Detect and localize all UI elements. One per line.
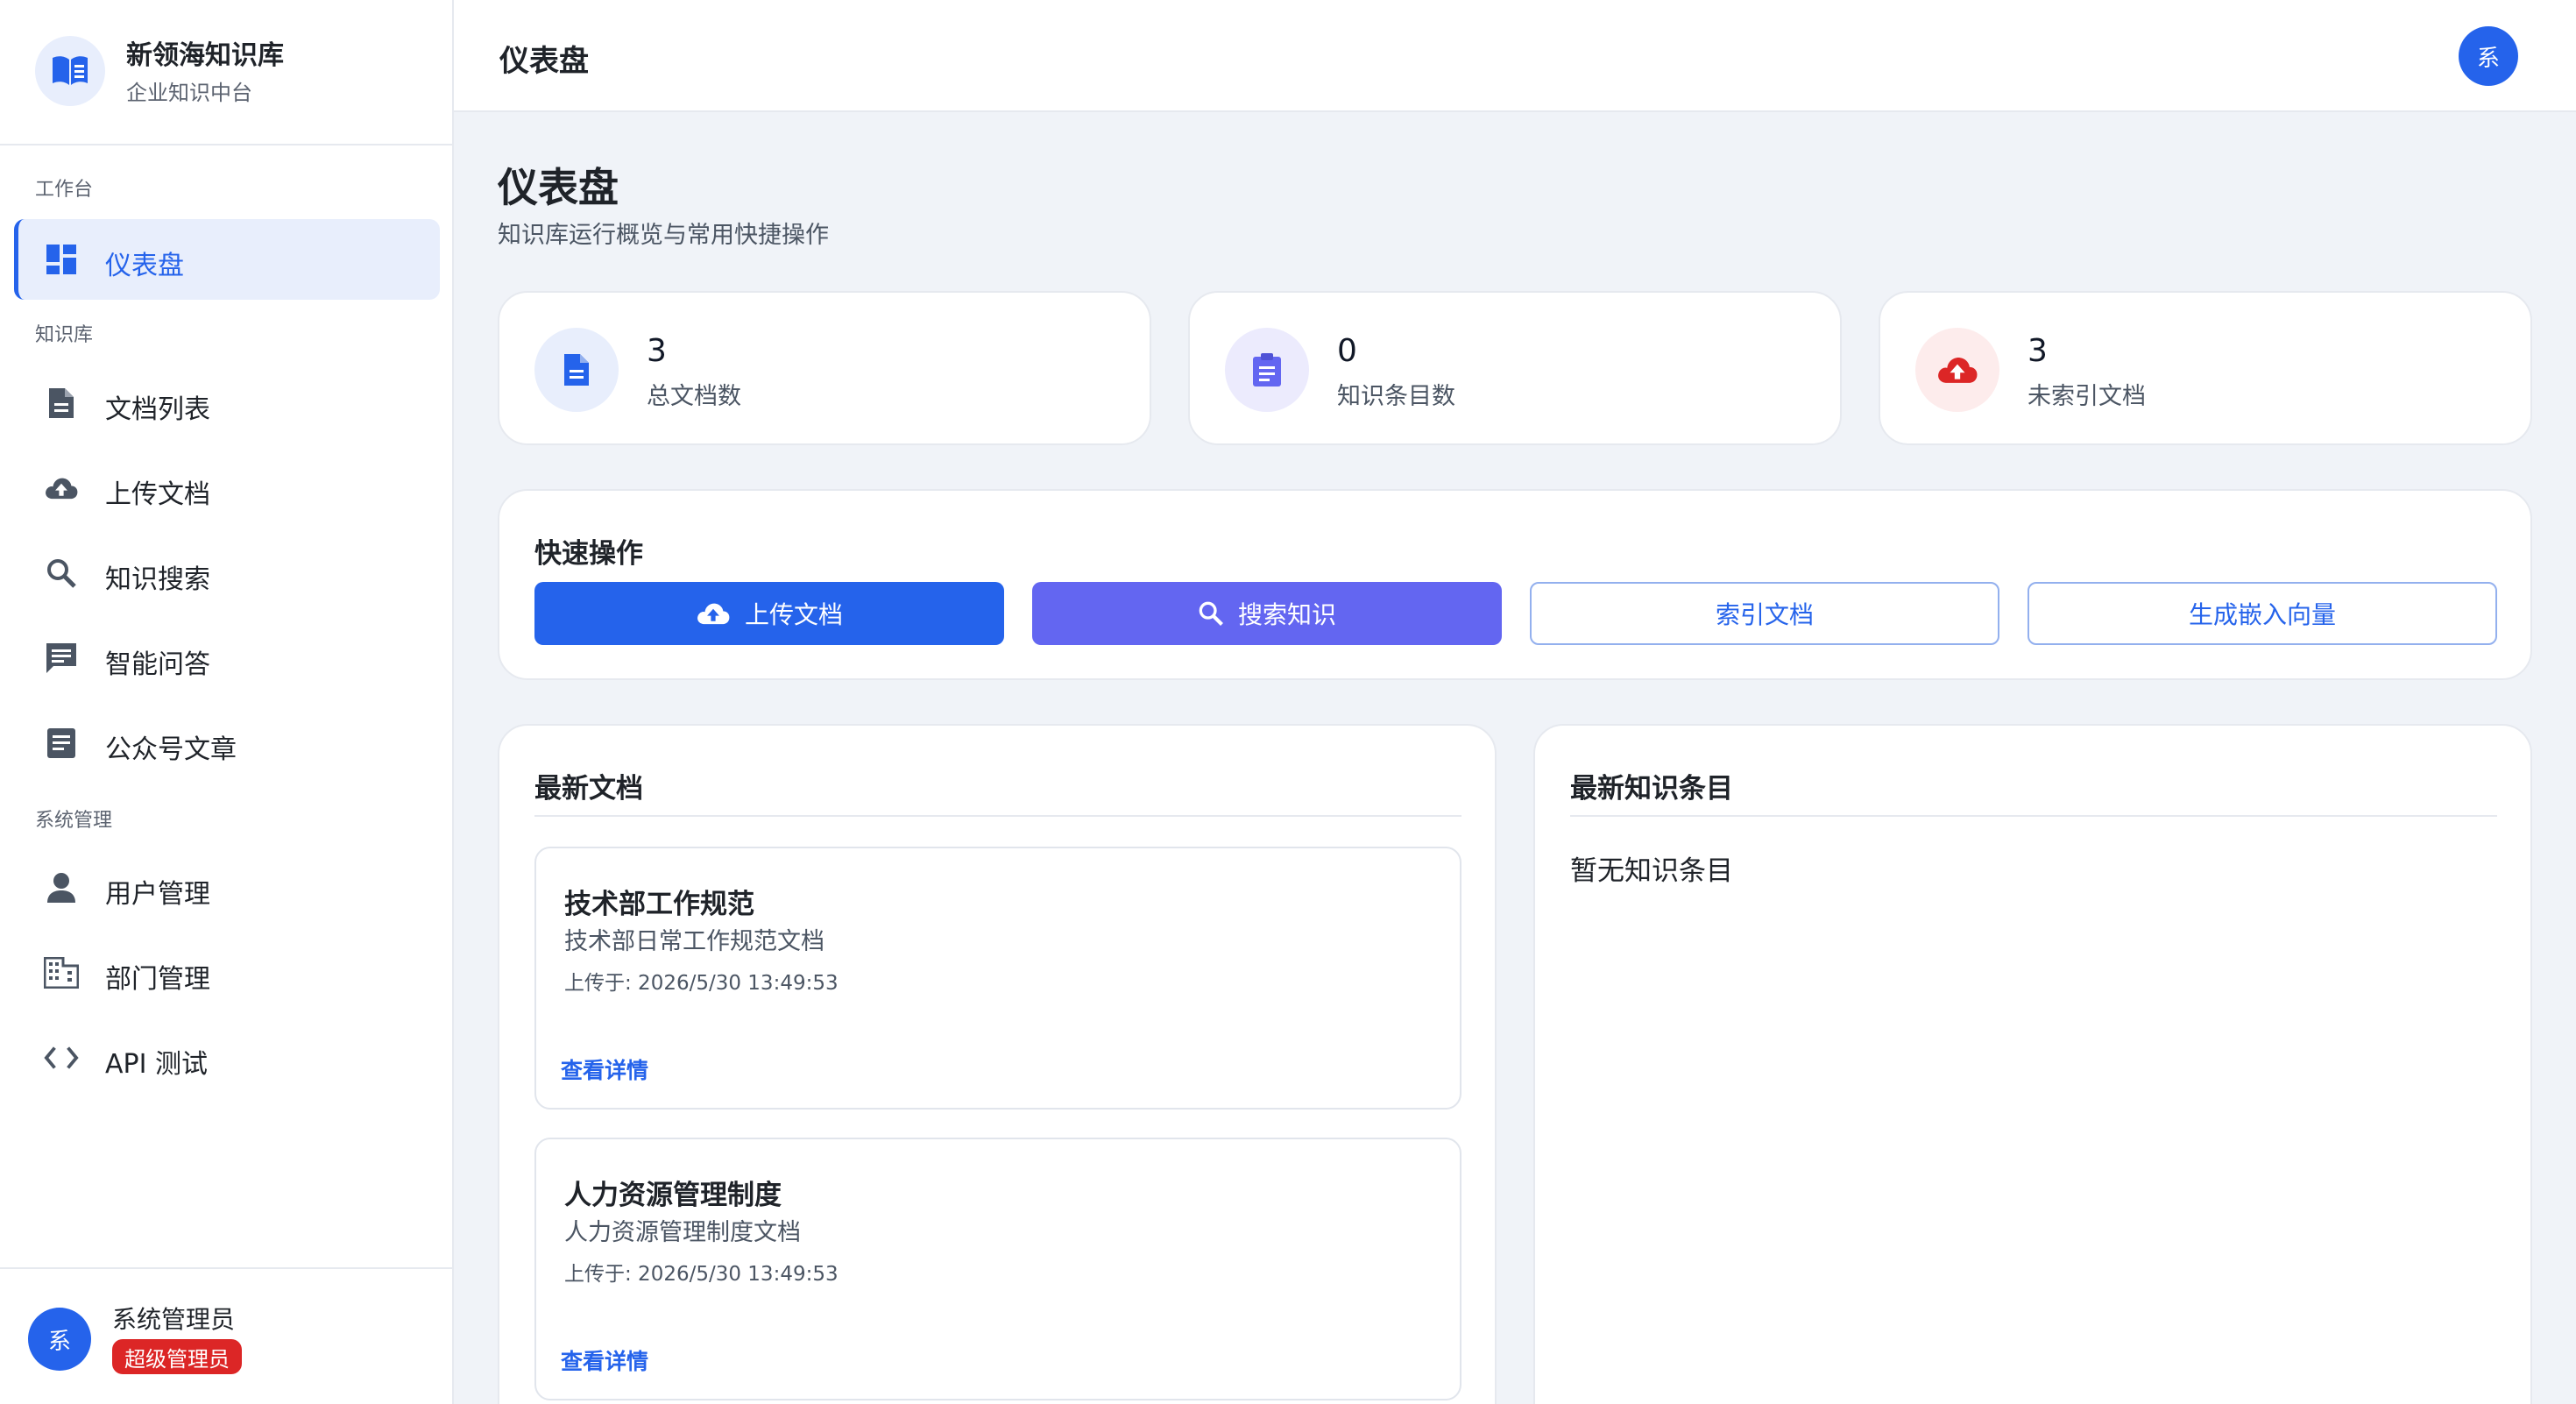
page-subtitle: 知识库运行概览与常用快捷操作 <box>498 222 829 249</box>
brand-header: 新领海知识库 企业知识中台 <box>0 0 452 145</box>
page-title: 仪表盘 <box>498 164 619 211</box>
dashboard-icon <box>44 242 79 277</box>
latest-knowledge-title: 最新知识条目 <box>1570 773 1733 805</box>
search-knowledge-button[interactable]: 搜索知识 <box>1032 582 1502 645</box>
sidebar-item-label: 文档列表 <box>105 394 210 425</box>
doc-card: 技术部工作规范 技术部日常工作规范文档 上传于: 2026/5/30 13:49… <box>534 847 1461 1110</box>
stat-card-knowledge-items: 0 知识条目数 <box>1188 291 1842 445</box>
doc-description: 人力资源管理制度文档 <box>564 1219 801 1246</box>
sidebar-item-search[interactable]: 知识搜索 <box>14 533 440 613</box>
doc-title: 人力资源管理制度 <box>564 1180 782 1211</box>
sidebar-item-articles[interactable]: 公众号文章 <box>14 703 440 784</box>
sidebar-item-upload[interactable]: 上传文档 <box>14 448 440 528</box>
divider <box>1570 815 2497 817</box>
nav-section-workbench: 工作台 <box>35 179 94 201</box>
doc-title: 技术部工作规范 <box>564 889 754 920</box>
sidebar-item-label: 上传文档 <box>105 479 210 510</box>
stat-card-total-docs: 3 总文档数 <box>498 291 1151 445</box>
search-icon <box>1198 600 1238 627</box>
generate-embeddings-button[interactable]: 生成嵌入向量 <box>2028 582 2497 645</box>
article-icon <box>44 726 79 761</box>
sidebar-item-label: 知识搜索 <box>105 564 210 595</box>
stat-label: 知识条目数 <box>1337 383 1455 410</box>
upload-doc-button[interactable]: 上传文档 <box>534 582 1004 645</box>
stat-label: 未索引文档 <box>2028 383 2146 410</box>
button-label: 生成嵌入向量 <box>2188 600 2336 629</box>
sidebar-item-api-test[interactable]: API 测试 <box>14 1018 440 1098</box>
sidebar-item-label: 用户管理 <box>105 879 210 910</box>
user-icon <box>44 870 79 905</box>
doc-description: 技术部日常工作规范文档 <box>564 928 824 955</box>
nav-section-system: 系统管理 <box>35 810 113 832</box>
latest-knowledge-panel: 最新知识条目 暂无知识条目 <box>1533 724 2532 1404</box>
doc-card: 人力资源管理制度 人力资源管理制度文档 上传于: 2026/5/30 13:49… <box>534 1138 1461 1400</box>
nav-section-knowledge: 知识库 <box>35 324 94 346</box>
sidebar-item-doc-list[interactable]: 文档列表 <box>14 363 440 443</box>
header-avatar[interactable]: 系 <box>2459 26 2518 86</box>
top-header: 仪表盘 系 <box>454 0 2576 112</box>
building-icon <box>44 955 79 990</box>
view-details-link[interactable]: 查看详情 <box>561 1053 648 1085</box>
doc-upload-time: 上传于: 2026/5/30 13:49:53 <box>564 972 839 995</box>
stat-value: 0 <box>1337 333 1357 369</box>
quick-actions-panel: 快速操作 上传文档 搜索知识 索引文档 生成嵌入向量 <box>498 489 2532 680</box>
chat-icon <box>44 641 79 676</box>
sidebar-item-qa[interactable]: 智能问答 <box>14 618 440 698</box>
brand-subtitle: 企业知识中台 <box>126 81 252 105</box>
sidebar: 新领海知识库 企业知识中台 工作台 仪表盘 知识库 文档列表 上传文档 知识搜索… <box>0 0 454 1404</box>
sidebar-item-dashboard[interactable]: 仪表盘 <box>14 219 440 300</box>
empty-state-text: 暂无知识条目 <box>1570 855 1733 887</box>
book-open-icon <box>35 36 105 106</box>
user-name: 系统管理员 <box>112 1305 236 1334</box>
code-icon <box>44 1040 79 1075</box>
sidebar-item-label: API 测试 <box>105 1049 208 1080</box>
sidebar-item-label: 公众号文章 <box>105 734 237 765</box>
document-icon <box>534 328 619 412</box>
sidebar-item-label: 智能问答 <box>105 649 210 680</box>
cloud-upload-icon <box>1915 328 1999 412</box>
sidebar-item-departments[interactable]: 部门管理 <box>14 932 440 1013</box>
sidebar-item-users[interactable]: 用户管理 <box>14 847 440 928</box>
view-details-link[interactable]: 查看详情 <box>561 1344 648 1376</box>
stat-value: 3 <box>2028 333 2048 369</box>
stat-label: 总文档数 <box>647 383 741 410</box>
stat-card-unindexed: 3 未索引文档 <box>1879 291 2532 445</box>
app-root: 新领海知识库 企业知识中台 工作台 仪表盘 知识库 文档列表 上传文档 知识搜索… <box>0 0 2576 1404</box>
role-badge: 超级管理员 <box>112 1339 242 1374</box>
sidebar-item-label: 部门管理 <box>105 964 210 995</box>
search-icon <box>44 556 79 591</box>
button-label: 索引文档 <box>1715 600 1814 629</box>
quick-actions-title: 快速操作 <box>534 538 643 570</box>
button-label: 搜索知识 <box>1237 600 1336 629</box>
brand-title: 新领海知识库 <box>126 40 284 71</box>
cloud-upload-icon <box>44 471 79 506</box>
clipboard-icon <box>1225 328 1309 412</box>
latest-docs-title: 最新文档 <box>534 773 643 805</box>
button-label: 上传文档 <box>744 600 843 629</box>
document-icon <box>44 386 79 421</box>
current-user[interactable]: 系 系统管理员 超级管理员 <box>0 1267 452 1404</box>
avatar: 系 <box>28 1308 91 1371</box>
doc-upload-time: 上传于: 2026/5/30 13:49:53 <box>564 1263 839 1286</box>
cloud-upload-icon <box>696 601 745 626</box>
index-docs-button[interactable]: 索引文档 <box>1530 582 1999 645</box>
divider <box>534 815 1461 817</box>
latest-docs-panel: 最新文档 技术部工作规范 技术部日常工作规范文档 上传于: 2026/5/30 … <box>498 724 1497 1404</box>
stat-value: 3 <box>647 333 667 369</box>
sidebar-item-label: 仪表盘 <box>105 251 184 281</box>
header-title: 仪表盘 <box>499 44 589 79</box>
